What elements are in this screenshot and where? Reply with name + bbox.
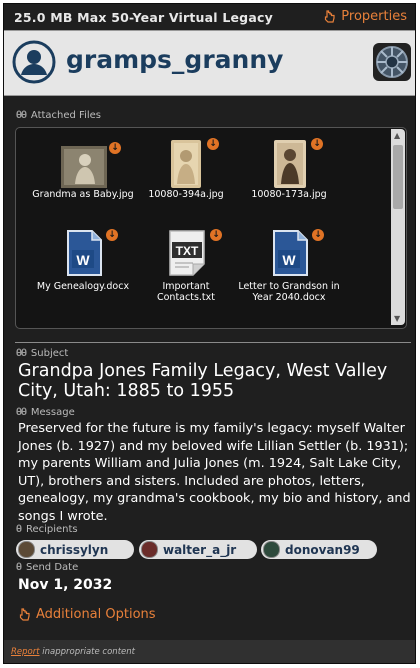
download-icon[interactable]: ↓ xyxy=(109,142,121,154)
top-bar: 25.0 MB Max 50-Year Virtual Legacy Prope… xyxy=(4,4,415,30)
properties-link[interactable]: Properties xyxy=(323,9,407,24)
svg-text:W: W xyxy=(76,252,90,268)
subject-text: Grandpa Jones Family Legacy, West Valley… xyxy=(18,361,388,401)
download-icon[interactable]: ↓ xyxy=(106,229,118,241)
download-icon[interactable]: ↓ xyxy=(312,229,324,241)
scroll-thumb[interactable] xyxy=(393,145,403,209)
paperclip-icon: 𝛉𝛉 xyxy=(16,407,27,418)
recipient-name: donovan99 xyxy=(285,542,360,557)
paperclip-icon: 𝛉𝛉 xyxy=(16,110,27,121)
message-text: Preserved for the future is my family's … xyxy=(18,421,411,524)
file-item[interactable]: W ↓ Letter to Grandson in Year 2040.docx xyxy=(237,228,341,303)
send-date-label: 𝛉 Send Date xyxy=(16,562,79,573)
recipient-avatar xyxy=(141,541,158,558)
download-icon[interactable]: ↓ xyxy=(207,138,219,150)
report-link[interactable]: Report xyxy=(11,647,40,657)
user-avatar-icon[interactable] xyxy=(12,40,56,84)
subject-label: 𝛉𝛉 Subject xyxy=(16,348,69,359)
profile-header: gramps_granny xyxy=(4,30,415,96)
capacity-text: 25.0 MB Max 50-Year Virtual Legacy xyxy=(14,10,273,25)
recipient-avatar xyxy=(18,541,35,558)
file-name: Grandma as Baby.jpg xyxy=(32,189,134,200)
divider xyxy=(15,342,411,343)
files-scrollbar[interactable]: ▲ ▼ xyxy=(391,129,405,325)
recipient-chip[interactable]: chrissylyn xyxy=(16,540,134,559)
attached-files-label: 𝛉𝛉 Attached Files xyxy=(16,110,101,121)
file-item[interactable]: ↓ 10080-394a.jpg xyxy=(134,136,238,201)
file-name: 10080-173a.jpg xyxy=(251,189,327,200)
footer-text: Report inappropriate content xyxy=(11,647,135,657)
username-title: gramps_granny xyxy=(66,45,284,74)
file-name: Important Contacts.txt xyxy=(156,281,215,303)
scroll-up-icon[interactable]: ▲ xyxy=(394,131,400,140)
file-item[interactable]: ↓ Grandma as Baby.jpg xyxy=(31,136,135,201)
file-name: My Genealogy.docx xyxy=(36,281,130,292)
paperclip-icon: 𝛉𝛉 xyxy=(16,348,27,359)
recipient-avatar xyxy=(263,541,280,558)
properties-label: Properties xyxy=(341,9,407,24)
additional-options-label: Additional Options xyxy=(36,607,156,622)
vault-icon[interactable] xyxy=(372,42,412,82)
svg-text:W: W xyxy=(282,252,296,268)
word-doc-icon: W xyxy=(67,230,102,276)
photo-portrait-woman-icon xyxy=(274,140,306,188)
svg-text:TXT: TXT xyxy=(176,244,199,258)
txt-file-icon: TXT xyxy=(169,230,205,276)
recipient-chip[interactable]: donovan99 xyxy=(261,540,377,559)
recipient-chip[interactable]: walter_a_jr xyxy=(139,540,257,559)
paperclip-icon: 𝛉 xyxy=(16,562,22,573)
file-name: Letter to Grandson in Year 2040.docx xyxy=(238,281,340,303)
photo-portrait-child-icon xyxy=(171,140,201,188)
hand-pointer-icon xyxy=(325,10,335,23)
word-doc-icon: W xyxy=(273,230,308,276)
file-item[interactable]: W ↓ My Genealogy.docx xyxy=(31,228,135,293)
file-name: 10080-394a.jpg xyxy=(148,189,224,200)
scroll-down-icon[interactable]: ▼ xyxy=(394,314,400,323)
download-icon[interactable]: ↓ xyxy=(311,138,323,150)
recipients-label: 𝛉 Recipients xyxy=(16,524,78,535)
recipient-name: chrissylyn xyxy=(40,542,109,557)
download-icon[interactable]: ↓ xyxy=(210,229,222,241)
hand-pointer-icon xyxy=(19,608,30,621)
attached-files-box: ↓ Grandma as Baby.jpg ↓ 10080-394a.jpg ↓… xyxy=(15,127,407,329)
paperclip-icon: 𝛉 xyxy=(16,524,22,535)
footer: Report inappropriate content xyxy=(4,640,415,663)
message-label: 𝛉𝛉 Message xyxy=(16,407,75,418)
file-item[interactable]: ↓ 10080-173a.jpg xyxy=(237,136,341,201)
file-item[interactable]: TXT ↓ Important Contacts.txt xyxy=(134,228,238,303)
send-date-value: Nov 1, 2032 xyxy=(18,577,113,593)
photo-baby-icon xyxy=(61,146,107,188)
additional-options-link[interactable]: Additional Options xyxy=(18,607,156,622)
recipient-name: walter_a_jr xyxy=(163,542,237,557)
legacy-panel: 25.0 MB Max 50-Year Virtual Legacy Prope… xyxy=(3,3,416,664)
